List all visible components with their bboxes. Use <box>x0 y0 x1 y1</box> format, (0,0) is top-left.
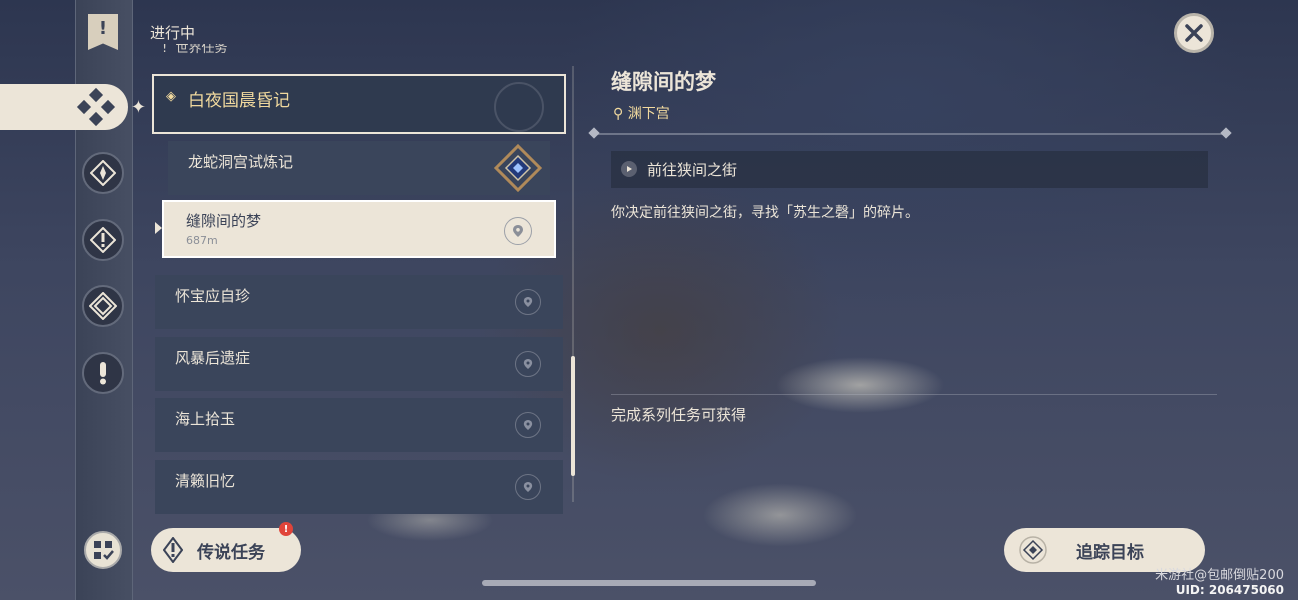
step-arrow-icon <box>621 161 637 177</box>
quest-distance: 687m <box>186 234 218 247</box>
location-pin-icon[interactable] <box>515 412 541 438</box>
section-label: 进行中 <box>150 24 196 42</box>
quest-emblem-icon <box>494 82 544 132</box>
archon-quest-icon <box>90 160 116 186</box>
category-story-quest[interactable] <box>82 219 124 261</box>
quest-item[interactable]: 海上拾玉 <box>155 398 563 452</box>
quest-title: 清籁旧忆 <box>175 472 236 490</box>
legend-quest-button[interactable]: 传说任务 ! <box>151 522 301 572</box>
category-world-quest[interactable] <box>82 285 124 327</box>
quest-step-text: 前往狭间之街 <box>647 161 738 179</box>
world-quest-marker-icon: ◈ <box>166 89 176 104</box>
category-all-quests[interactable]: ✦ <box>0 84 146 130</box>
location-pin-icon[interactable] <box>515 289 541 315</box>
quest-description: 你决定前往狭间之街，寻找「苏生之磬」的碎片。 <box>611 205 919 221</box>
quest-item-selected[interactable]: 缝隙间的梦 687m <box>162 200 556 258</box>
quest-detail-location: ⚲ 渊下宫 <box>613 106 670 122</box>
quest-detail-title: 缝隙间的梦 <box>611 70 716 94</box>
player-uid: UID: 206475060 <box>1175 583 1284 597</box>
category-archon-quest[interactable] <box>82 152 124 194</box>
reward-label: 完成系列任务可获得 <box>611 406 747 424</box>
all-quests-icon <box>76 87 116 127</box>
location-pin-icon[interactable] <box>515 351 541 377</box>
track-button-label: 追踪目标 <box>1076 542 1144 563</box>
quest-group-header[interactable]: ◈ 白夜国晨昏记 <box>152 74 566 134</box>
quest-step: 前往狭间之街 <box>611 151 1208 188</box>
close-icon <box>1185 24 1203 42</box>
story-quest-icon <box>90 227 116 253</box>
world-quest-icon <box>89 292 117 320</box>
commission-icon <box>94 541 114 560</box>
daily-quest-icon <box>100 362 106 385</box>
notification-badge: ! <box>279 522 293 536</box>
home-indicator[interactable] <box>482 580 816 586</box>
legend-quest-icon <box>163 537 183 563</box>
location-pin-icon[interactable] <box>504 217 532 245</box>
commission-button[interactable] <box>84 531 122 569</box>
watermark-text: 米游社@包邮倒贴200 <box>1155 568 1284 583</box>
reward-divider <box>611 394 1217 395</box>
scrollbar-thumb[interactable] <box>571 356 575 476</box>
quest-group-title: 白夜国晨昏记 <box>188 91 290 111</box>
selected-indicator <box>155 222 162 234</box>
category-daily-quest[interactable] <box>82 352 124 394</box>
location-pin-small-icon: ⚲ <box>613 106 624 122</box>
sparkle-icon: ✦ <box>130 96 146 118</box>
quest-item[interactable]: 清籁旧忆 <box>155 460 563 514</box>
close-button[interactable] <box>1174 13 1214 53</box>
legend-quest-label: 传说任务 <box>197 542 265 563</box>
detail-divider <box>590 133 1230 135</box>
quest-title: 风暴后遗症 <box>175 349 251 367</box>
quest-subgroup[interactable]: 龙蛇洞宫试炼记 <box>168 141 550 195</box>
category-header: ! 世界任务 <box>162 44 228 58</box>
world-quest-small-icon: ! <box>162 44 176 56</box>
tracked-quest-icon <box>494 144 542 192</box>
track-icon <box>1019 536 1047 564</box>
quest-subgroup-title: 龙蛇洞宫试炼记 <box>188 153 294 171</box>
location-pin-icon[interactable] <box>515 474 541 500</box>
quest-title: 缝隙间的梦 <box>186 212 262 230</box>
quest-item[interactable]: 风暴后遗症 <box>155 337 563 391</box>
track-button[interactable]: 追踪目标 <box>1004 528 1205 572</box>
quest-title: 海上拾玉 <box>175 410 236 428</box>
quest-title: 怀宝应自珍 <box>175 287 251 305</box>
watermark: 米游社@包邮倒贴200 UID: 206475060 <box>1155 568 1284 598</box>
quest-item[interactable]: 怀宝应自珍 <box>155 275 563 329</box>
